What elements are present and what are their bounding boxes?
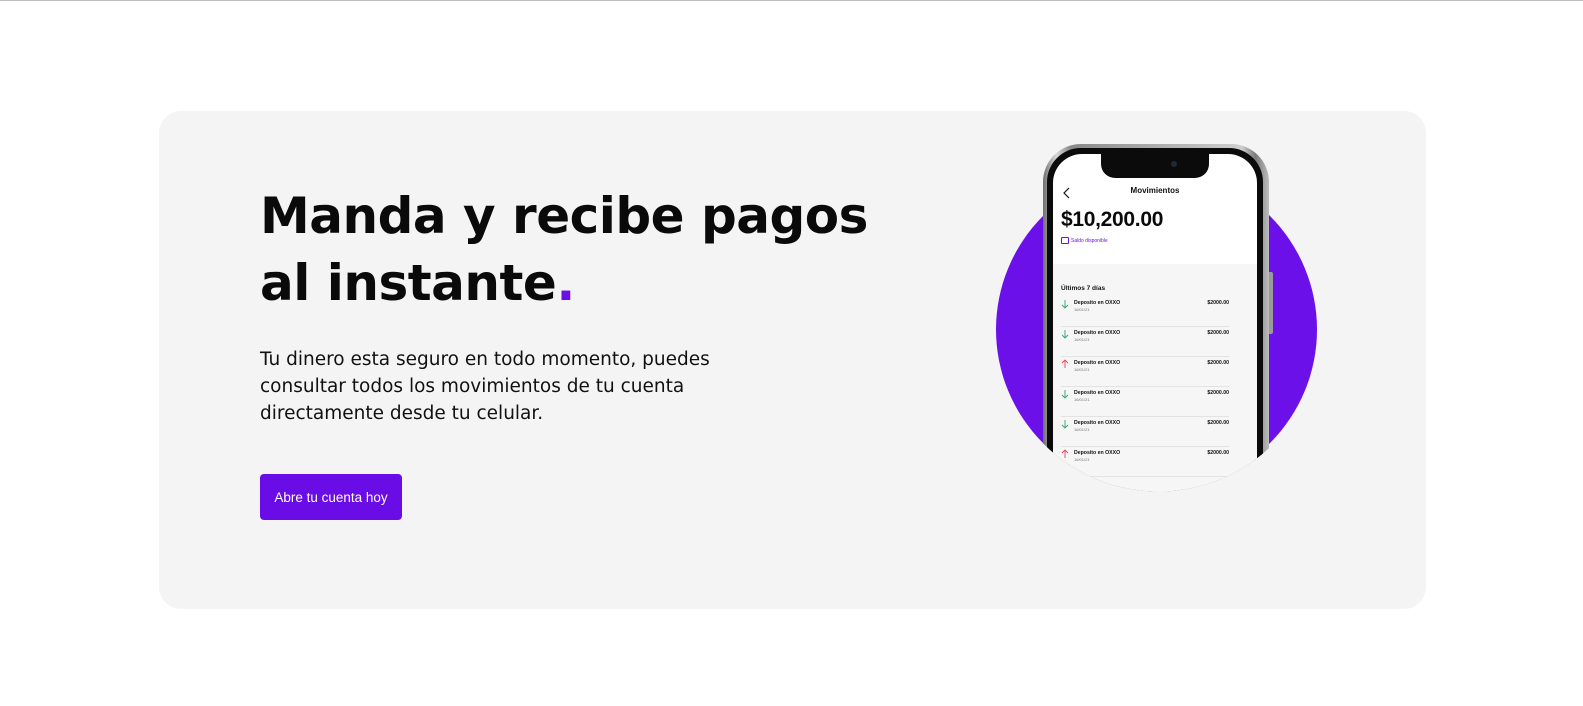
wallet-icon bbox=[1061, 237, 1069, 244]
balance-label-row: Saldo disponible bbox=[1061, 237, 1108, 244]
transaction-date: 16/01/21 bbox=[1074, 397, 1090, 402]
screen-title: Movimientos bbox=[1130, 186, 1180, 195]
phone-mockup: Movimientos $10,200.00 Saldo disponible … bbox=[995, 144, 1321, 490]
transaction-date: 16/01/21 bbox=[1074, 307, 1090, 312]
transactions-section: Últimos 7 días Deposito en OXXO 16/01/21 $… bbox=[1053, 264, 1257, 534]
transaction-name: Deposito en OXXO bbox=[1074, 420, 1121, 426]
transaction-amount: $2000.00 bbox=[1207, 330, 1229, 336]
transaction-date: 16/01/21 bbox=[1074, 367, 1090, 372]
transaction-amount: $2000.00 bbox=[1207, 390, 1229, 396]
transaction-name: Deposito en OXXO bbox=[1074, 450, 1121, 456]
hero-card: Manda y recibe pagos al instante. Tu din… bbox=[159, 111, 1426, 609]
hero-headline: Manda y recibe pagos al instante. bbox=[260, 183, 900, 317]
transaction-amount: $2000.00 bbox=[1207, 360, 1229, 366]
transaction-date: 16/01/21 bbox=[1074, 427, 1090, 432]
arrow-down-icon bbox=[1061, 299, 1069, 309]
transaction-date: 16/01/21 bbox=[1074, 457, 1090, 462]
transaction-row[interactable]: Deposito en OXXO 16/01/21 $2000.00 bbox=[1061, 296, 1229, 327]
account-balance: $10,200.00 bbox=[1061, 208, 1164, 231]
transaction-amount: $2000.00 bbox=[1207, 450, 1229, 456]
arrow-down-icon bbox=[1061, 329, 1069, 339]
transaction-name: Deposito en OXXO bbox=[1074, 300, 1121, 306]
phone-notch bbox=[1101, 154, 1209, 178]
transaction-row[interactable]: Deposito en OXXO 16/01/21 $2000.00 bbox=[1061, 416, 1229, 447]
transaction-amount: $2000.00 bbox=[1207, 300, 1229, 306]
transaction-date: 16/01/21 bbox=[1074, 337, 1090, 342]
phone-side-button bbox=[1269, 272, 1273, 334]
phone-screen: Movimientos $10,200.00 Saldo disponible … bbox=[1053, 154, 1257, 534]
open-account-button[interactable]: Abre tu cuenta hoy bbox=[260, 474, 402, 520]
arrow-down-icon bbox=[1061, 389, 1069, 399]
arrow-up-icon bbox=[1061, 449, 1069, 459]
arrow-up-icon bbox=[1061, 359, 1069, 369]
transaction-row[interactable]: Deposito en OXXO 16/01/21 $2000.00 bbox=[1061, 386, 1229, 417]
arrow-down-icon bbox=[1061, 419, 1069, 429]
transaction-name: Deposito en OXXO bbox=[1074, 390, 1121, 396]
camera-icon bbox=[1171, 161, 1177, 167]
transaction-amount: $2000.00 bbox=[1207, 420, 1229, 426]
balance-label: Saldo disponible bbox=[1071, 237, 1108, 244]
transaction-name: Deposito en OXXO bbox=[1074, 330, 1121, 336]
headline-accent-dot: . bbox=[556, 254, 575, 312]
hero-description: Tu dinero esta seguro en todo momento, p… bbox=[260, 349, 710, 424]
transaction-name: Deposito en OXXO bbox=[1074, 360, 1121, 366]
transactions-section-title: Últimos 7 días bbox=[1061, 285, 1106, 292]
phone-illustration: Movimientos $10,200.00 Saldo disponible … bbox=[995, 144, 1321, 494]
page-top-divider bbox=[0, 0, 1583, 1]
transaction-row[interactable]: Deposito en OXXO 16/01/21 $2000.00 bbox=[1061, 446, 1229, 477]
transaction-row[interactable]: Deposito en OXXO 16/01/21 $2000.00 bbox=[1061, 356, 1229, 387]
transaction-row[interactable]: Deposito en OXXO 16/01/21 $2000.00 bbox=[1061, 326, 1229, 357]
